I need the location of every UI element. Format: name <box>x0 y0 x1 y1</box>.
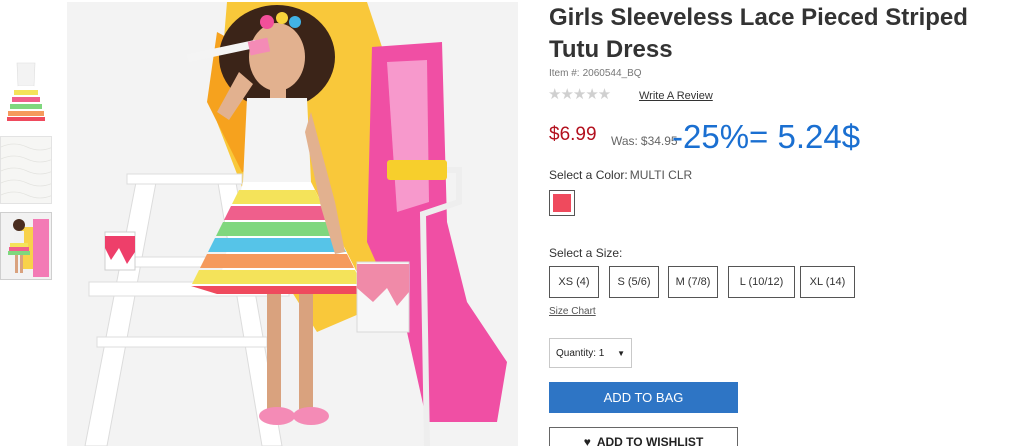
item-number-value: 2060544_BQ <box>582 68 642 79</box>
discount-annotation: -25%= 5.24$ <box>672 118 861 155</box>
size-option-xl[interactable]: XL (14) <box>800 266 855 298</box>
add-to-wishlist-button[interactable]: ♥ ADD TO WISHLIST <box>549 427 738 446</box>
lace-texture-image <box>1 137 51 203</box>
was-label: Was: <box>611 134 638 148</box>
chevron-down-icon: ▼ <box>617 349 625 358</box>
quantity-value: Quantity: 1 <box>556 347 605 359</box>
size-option-m[interactable]: M (7/8) <box>668 266 718 298</box>
color-label-text: Select a Color: <box>549 168 628 182</box>
sale-price: $6.99 <box>549 124 597 145</box>
thumbnail-lace-detail[interactable] <box>0 136 52 204</box>
size-selector-label: Select a Size: <box>549 246 623 260</box>
size-option-xs[interactable]: XS (4) <box>549 266 599 298</box>
thumbnail-model-shot[interactable] <box>0 212 52 280</box>
color-swatch-chip <box>553 194 571 212</box>
color-swatch-multi[interactable] <box>549 190 575 216</box>
quantity-select[interactable]: Quantity: 1 ▼ <box>549 338 632 368</box>
write-review-link[interactable]: Write A Review <box>639 90 713 102</box>
color-selector-label: Select a Color: MULTI CLR <box>549 168 692 182</box>
item-number-label: Item #: <box>549 68 580 79</box>
heart-icon: ♥ <box>583 435 591 446</box>
size-chart-link[interactable]: Size Chart <box>549 306 596 317</box>
dress-thumbnail-image <box>0 60 52 128</box>
add-to-bag-button[interactable]: ADD TO BAG <box>549 382 738 413</box>
thumbnail-dress-front[interactable] <box>0 60 52 128</box>
rating-stars[interactable]: ★★★★★ <box>548 85 611 103</box>
product-title: Girls Sleeveless Lace Pieced Striped Tut… <box>549 4 968 63</box>
size-option-s[interactable]: S (5/6) <box>609 266 659 298</box>
add-to-wishlist-label: ADD TO WISHLIST <box>596 435 704 446</box>
product-photo <box>67 2 518 446</box>
main-product-image[interactable] <box>67 2 518 446</box>
selected-color-value: MULTI CLR <box>629 168 693 182</box>
model-thumbnail-image <box>1 213 51 279</box>
was-price: Was: $34.95 <box>611 134 678 148</box>
size-option-l[interactable]: L (10/12) <box>728 266 795 298</box>
item-number: Item #: 2060544_BQ <box>549 68 642 79</box>
